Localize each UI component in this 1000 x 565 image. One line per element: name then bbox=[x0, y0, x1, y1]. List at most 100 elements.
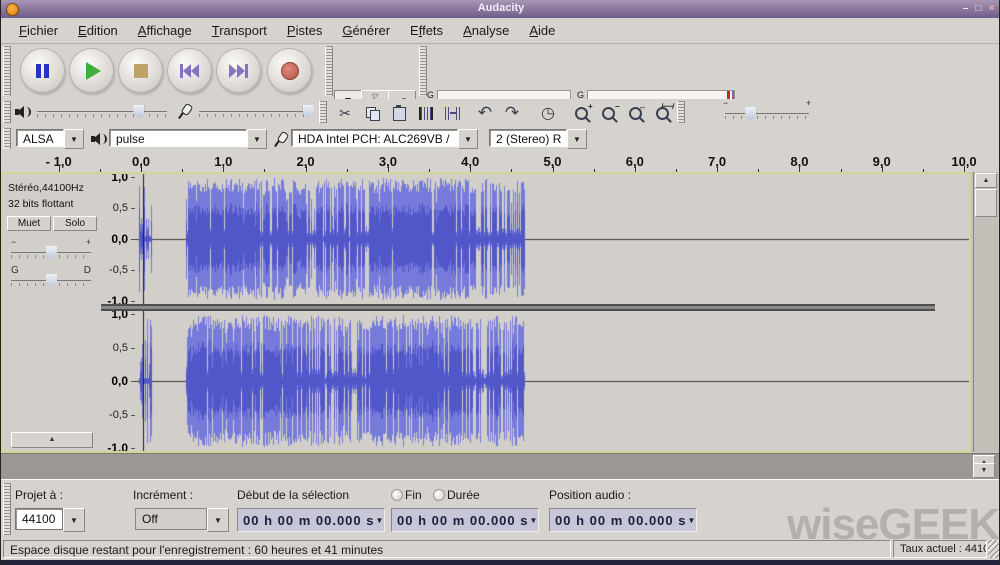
menu-fichier[interactable]: Fichier bbox=[9, 20, 68, 41]
end-radio-label[interactable]: Fin bbox=[405, 488, 422, 502]
chevron-down-icon[interactable]: ▼ bbox=[247, 129, 267, 149]
horizontal-scrollbar[interactable]: ▲ ▼ bbox=[1, 453, 1000, 480]
recording-channels-combo[interactable]: 2 (Stereo) R ▼ bbox=[489, 129, 587, 149]
menu-gnrer[interactable]: Générer bbox=[332, 20, 400, 41]
ruler-label: 0,5 bbox=[113, 202, 128, 214]
track-gain-slider[interactable]: − + bbox=[11, 246, 91, 260]
zoom-in-button[interactable]: + bbox=[567, 101, 595, 125]
menu-transport[interactable]: Transport bbox=[202, 20, 277, 41]
selection-start-value[interactable]: 00 h 00 m 00.000 s bbox=[243, 513, 374, 528]
playback-device-value[interactable]: pulse bbox=[109, 129, 247, 147]
ruler-label: -1,0 bbox=[107, 441, 128, 451]
timeline-cursor bbox=[141, 163, 142, 172]
track-pan-slider[interactable]: G D bbox=[11, 274, 91, 288]
audacity-window: Audacity – □ × FichierEditionAffichageTr… bbox=[0, 0, 1000, 565]
project-rate-value[interactable]: 44100 bbox=[15, 508, 63, 530]
waveform-channel-1[interactable] bbox=[135, 174, 969, 304]
sync-lock-button[interactable]: ◷ bbox=[534, 101, 562, 125]
copy-button[interactable] bbox=[358, 101, 386, 125]
snap-to-value[interactable]: Off bbox=[135, 508, 207, 530]
selection-start-field[interactable]: 00 h 00 m 00.000 s ▼ bbox=[237, 508, 385, 532]
length-radio-label[interactable]: Durée bbox=[447, 488, 480, 502]
zoom-fit-icon: ⊢⊣ bbox=[656, 107, 669, 120]
end-radio[interactable] bbox=[391, 489, 403, 501]
menu-analyse[interactable]: Analyse bbox=[453, 20, 519, 41]
chevron-down-icon[interactable]: ▼ bbox=[375, 516, 384, 525]
menu-affichage[interactable]: Affichage bbox=[128, 20, 202, 41]
chevron-down-icon[interactable]: ▼ bbox=[687, 516, 696, 525]
audio-position-value[interactable]: 00 h 00 m 00.000 s bbox=[555, 513, 686, 528]
menu-pistes[interactable]: Pistes bbox=[277, 20, 332, 41]
device-toolbar-grip[interactable] bbox=[3, 128, 11, 149]
vertical-ruler-channel-1[interactable]: 1,00,50,0-0,5-1,0 bbox=[101, 174, 136, 304]
pause-button[interactable] bbox=[20, 48, 65, 93]
solo-button[interactable]: Solo bbox=[53, 216, 97, 231]
resize-grip[interactable] bbox=[988, 540, 1000, 558]
output-volume-slider[interactable] bbox=[37, 105, 167, 119]
cut-button[interactable]: ✂ bbox=[331, 101, 359, 125]
vertical-scrollbar[interactable]: ▲ bbox=[973, 172, 998, 452]
length-radio[interactable] bbox=[433, 489, 445, 501]
audio-host-value[interactable]: ALSA bbox=[16, 129, 64, 147]
selection-end-field[interactable]: 00 h 00 m 00.000 s ▼ bbox=[391, 508, 539, 532]
audio-position-field[interactable]: 00 h 00 m 00.000 s ▼ bbox=[549, 508, 697, 532]
scroll-up-icon[interactable]: ▲ bbox=[975, 173, 997, 188]
track-control-panel[interactable]: Stéréo,44100Hz 32 bits flottant Muet Sol… bbox=[3, 174, 102, 451]
stereo-track[interactable]: Stéréo,44100Hz 32 bits flottant Muet Sol… bbox=[1, 172, 971, 453]
zoom-out-icon: − bbox=[602, 107, 615, 120]
paste-button[interactable] bbox=[385, 101, 413, 125]
minimize-button[interactable]: – bbox=[960, 3, 971, 14]
trim-button[interactable] bbox=[412, 101, 440, 125]
chevron-down-icon[interactable]: ▼ bbox=[458, 129, 478, 149]
collapse-track-button[interactable]: ▲ bbox=[11, 432, 93, 448]
playback-speed-slider[interactable]: − + bbox=[725, 107, 809, 121]
vertical-ruler-channel-2[interactable]: 1,00,50,0-0,5-1,0 bbox=[101, 311, 136, 451]
snap-to-combo[interactable]: Off ▼ bbox=[135, 508, 229, 532]
zoom-out-button[interactable]: − bbox=[594, 101, 622, 125]
zoom-selection-button[interactable]: ↔ bbox=[621, 101, 649, 125]
redo-button[interactable]: ↷ bbox=[498, 101, 526, 125]
skip-to-end-button[interactable] bbox=[216, 48, 261, 93]
chevron-down-icon[interactable]: ▼ bbox=[529, 516, 538, 525]
edit-toolbar-grip[interactable] bbox=[319, 101, 327, 123]
recording-device-value[interactable]: HDA Intel PCH: ALC269VB / bbox=[291, 129, 458, 147]
silence-icon bbox=[445, 107, 461, 120]
meter-toolbar-grip[interactable] bbox=[419, 46, 427, 96]
close-button[interactable]: × bbox=[986, 3, 997, 14]
waveform-channel-2[interactable] bbox=[135, 311, 969, 451]
transport-toolbar-grip[interactable] bbox=[3, 46, 11, 96]
chevron-down-icon[interactable]: ▼ bbox=[567, 129, 587, 149]
transcription-toolbar-grip[interactable] bbox=[677, 101, 685, 123]
audio-host-combo[interactable]: ALSA ▼ bbox=[16, 129, 84, 149]
undo-button[interactable]: ↶ bbox=[471, 101, 499, 125]
input-volume-slider[interactable] bbox=[199, 105, 311, 119]
menu-edition[interactable]: Edition bbox=[68, 20, 128, 41]
vertical-scrollbar-thumb[interactable] bbox=[975, 189, 997, 217]
scroll-down-icon[interactable]: ▼ bbox=[973, 463, 995, 478]
record-button[interactable] bbox=[267, 48, 312, 93]
chevron-down-icon[interactable]: ▼ bbox=[63, 508, 85, 532]
recording-channels-value[interactable]: 2 (Stereo) R bbox=[489, 129, 567, 147]
play-button[interactable] bbox=[69, 48, 114, 93]
menu-aide[interactable]: Aide bbox=[519, 20, 565, 41]
menu-effets[interactable]: Effets bbox=[400, 20, 453, 41]
zoom-selection-icon: ↔ bbox=[629, 107, 642, 120]
mute-button[interactable]: Muet bbox=[7, 216, 51, 231]
snap-label: Incrément : bbox=[133, 488, 193, 502]
zoom-fit-button[interactable]: ⊢⊣ bbox=[648, 101, 676, 125]
stop-button[interactable] bbox=[118, 48, 163, 93]
playback-device-combo[interactable]: pulse ▼ bbox=[109, 129, 267, 149]
silence-button[interactable] bbox=[439, 101, 467, 125]
timeline-ruler[interactable]: - 1,00,01,02,03,04,05,06,07,08,09,010,0 bbox=[1, 152, 1000, 173]
recording-device-combo[interactable]: HDA Intel PCH: ALC269VB / ▼ bbox=[291, 129, 478, 149]
chevron-down-icon[interactable]: ▼ bbox=[207, 508, 229, 532]
project-rate-combo[interactable]: 44100 ▼ bbox=[15, 508, 85, 532]
maximize-button[interactable]: □ bbox=[973, 3, 984, 14]
tools-toolbar-grip[interactable] bbox=[325, 46, 333, 96]
selection-toolbar-grip[interactable] bbox=[3, 483, 11, 535]
titlebar[interactable]: Audacity – □ × bbox=[1, 0, 1000, 19]
selection-end-value[interactable]: 00 h 00 m 00.000 s bbox=[397, 513, 528, 528]
chevron-down-icon[interactable]: ▼ bbox=[64, 129, 84, 149]
mixer-toolbar-grip[interactable] bbox=[3, 101, 11, 123]
skip-to-start-button[interactable] bbox=[167, 48, 212, 93]
